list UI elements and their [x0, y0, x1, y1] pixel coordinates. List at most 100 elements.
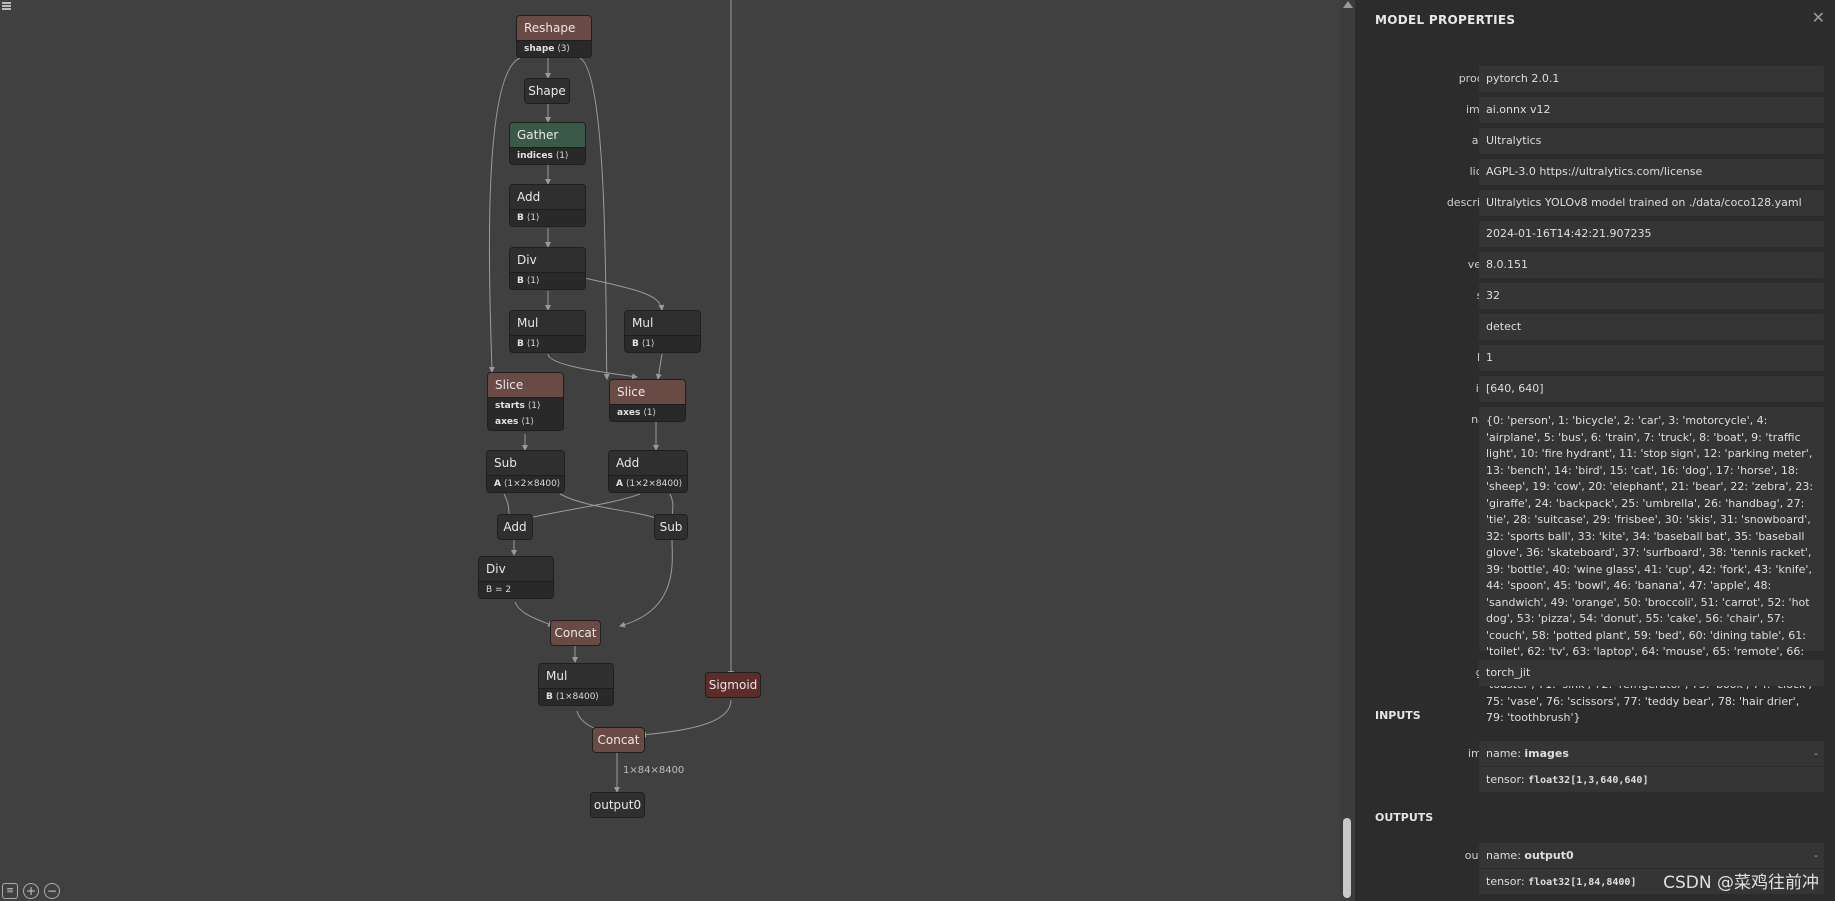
node-attribute-key: B — [632, 339, 639, 349]
input-expand-toggle[interactable]: - — [1814, 741, 1818, 766]
node-attribute-value: ⟨1⟩ — [527, 401, 541, 411]
node-op-label: Div — [479, 557, 553, 581]
node-attribute-value: B = 2 — [486, 585, 512, 595]
node-attribute: B ⟨1⟩ — [625, 335, 700, 352]
zoom-in-button[interactable]: + — [23, 883, 39, 899]
node-attribute-key: A — [494, 479, 501, 489]
node-attribute: A ⟨1×2×8400⟩ — [609, 475, 687, 492]
output-tensor: float32[1,84,8400] — [1528, 877, 1637, 888]
input-name: images — [1524, 747, 1569, 760]
node-attribute-value: ⟨1⟩ — [555, 151, 569, 161]
node-op-label: Add — [498, 515, 532, 539]
property-value-license[interactable]: AGPL-3.0 https://ultralytics.com/license — [1479, 159, 1824, 185]
property-value-task[interactable]: detect — [1479, 314, 1824, 340]
property-value-graph[interactable]: torch_jit — [1479, 660, 1824, 686]
node-attribute-key: B — [546, 692, 553, 702]
property-value-description[interactable]: Ultralytics YOLOv8 model trained on ./da… — [1479, 190, 1824, 216]
node-shape[interactable]: Shape — [524, 78, 570, 104]
node-op-label: Mul — [625, 311, 700, 335]
property-value-imports[interactable]: ai.onnx v12 — [1479, 97, 1824, 123]
node-add[interactable]: Add A ⟨1×2×8400⟩ — [608, 450, 688, 493]
node-slice[interactable]: Slice starts ⟨1⟩ axes ⟨1⟩ — [487, 372, 564, 431]
input-value[interactable]: name: images - tensor: float32[1,3,640,6… — [1479, 741, 1824, 792]
list-icon[interactable]: ≡ — [2, 883, 18, 899]
node-attribute-value: ⟨1×2×8400⟩ — [503, 479, 561, 489]
property-value-names[interactable]: {0: 'person', 1: 'bicycle', 2: 'car', 3:… — [1479, 407, 1824, 724]
node-attribute-key: shape — [524, 44, 555, 54]
output-name-key: name: — [1486, 849, 1521, 862]
scroll-thumb[interactable] — [1343, 818, 1351, 898]
property-value-batch[interactable]: 1 — [1479, 345, 1824, 371]
node-sub[interactable]: Sub — [654, 514, 688, 540]
node-add[interactable]: Add B ⟨1⟩ — [509, 184, 586, 227]
node-op-label: Gather — [510, 123, 585, 147]
node-attribute: B = 2 — [479, 581, 553, 598]
close-icon[interactable]: ✕ — [1812, 8, 1825, 27]
node-div[interactable]: Div B = 2 — [478, 556, 554, 599]
node-attribute-value: ⟨1⟩ — [521, 417, 534, 427]
node-attribute: B ⟨1⟩ — [510, 209, 585, 226]
node-attribute: B ⟨1⟩ — [510, 335, 585, 352]
node-op-label: output0 — [591, 793, 644, 817]
edge-shape-label: 1×84×8400 — [623, 765, 685, 776]
sidebar-scrollbar[interactable] — [1340, 0, 1355, 901]
property-value-author[interactable]: Ultralytics — [1479, 128, 1824, 154]
property-value-version[interactable]: 8.0.151 — [1479, 252, 1824, 278]
node-reshape[interactable]: Reshape shape ⟨3⟩ — [516, 15, 592, 58]
input-tensor: float32[1,3,640,640] — [1528, 775, 1649, 786]
node-attribute-value: ⟨1⟩ — [641, 339, 655, 349]
output-expand-toggle[interactable]: - — [1814, 843, 1818, 868]
node-attribute: B ⟨1×8400⟩ — [539, 688, 613, 705]
node-attribute: indices ⟨1⟩ — [510, 147, 585, 164]
node-sub[interactable]: Sub A ⟨1×2×8400⟩ — [486, 450, 565, 493]
node-mul[interactable]: Mul B ⟨1⟩ — [509, 310, 586, 353]
input-tensor-line: tensor: float32[1,3,640,640] — [1479, 766, 1824, 792]
node-attribute: B ⟨1⟩ — [510, 272, 585, 289]
node-attribute-value: ⟨1×2×8400⟩ — [625, 479, 683, 489]
node-attribute-value: ⟨1⟩ — [526, 213, 540, 223]
node-slice[interactable]: Slice axes ⟨1⟩ — [609, 379, 686, 422]
node-op-label: Concat — [593, 728, 644, 752]
node-attribute: axes ⟨1⟩ — [488, 414, 563, 430]
scroll-up-icon[interactable] — [1343, 1, 1353, 8]
node-op-label: Sigmoid — [706, 673, 760, 697]
node-mul[interactable]: Mul B ⟨1×8400⟩ — [538, 663, 614, 706]
node-op-label: Div — [510, 248, 585, 272]
node-sigmoid[interactable]: Sigmoid — [705, 672, 761, 698]
node-concat[interactable]: Concat — [592, 727, 645, 753]
node-attribute-key: indices — [517, 151, 553, 161]
node-attribute-key: starts — [495, 401, 525, 411]
graph-canvas[interactable]: Reshape shape ⟨3⟩ Shape Gather indices ⟨1⟩ Ad… — [0, 0, 1340, 901]
node-op-label: Shape — [525, 79, 569, 103]
node-add[interactable]: Add — [497, 514, 533, 540]
watermark: CSDN @菜鸡往前冲 — [1663, 873, 1819, 893]
output-name-line: name: output0 - — [1479, 843, 1824, 868]
node-attribute-key: axes — [617, 408, 641, 418]
node-op-label: Add — [510, 185, 585, 209]
node-attribute-key: B — [517, 339, 524, 349]
zoom-controls: ≡ + − — [2, 883, 60, 899]
node-output0[interactable]: output0 — [590, 792, 645, 818]
property-value-producer[interactable]: pytorch 2.0.1 — [1479, 66, 1824, 92]
node-attribute: axes ⟨1⟩ — [610, 404, 685, 421]
node-op-label: Add — [609, 451, 687, 475]
node-attribute-key: axes — [495, 417, 519, 427]
node-op-label: Sub — [487, 451, 564, 475]
node-op-label: Slice — [610, 380, 685, 404]
node-concat[interactable]: Concat — [550, 620, 601, 646]
node-attribute: starts ⟨1⟩ — [488, 397, 563, 414]
node-div[interactable]: Div B ⟨1⟩ — [509, 247, 586, 290]
node-attribute-value: ⟨3⟩ — [557, 44, 571, 54]
sidebar-title: MODEL PROPERTIES — [1375, 13, 1516, 27]
property-value-date[interactable]: 2024-01-16T14:42:21.907235 — [1479, 221, 1824, 247]
node-attribute: shape ⟨3⟩ — [517, 40, 591, 57]
property-value-stride[interactable]: 32 — [1479, 283, 1824, 309]
node-gather[interactable]: Gather indices ⟨1⟩ — [509, 122, 586, 165]
node-attribute-value: ⟨1×8400⟩ — [555, 692, 599, 702]
node-attribute-value: ⟨1⟩ — [526, 276, 540, 286]
model-properties-panel: MODEL PROPERTIES ✕ producerpytorch 2.0.1… — [1355, 0, 1835, 901]
outputs-section-title: OUTPUTS — [1375, 811, 1434, 824]
node-mul[interactable]: Mul B ⟨1⟩ — [624, 310, 701, 353]
zoom-out-button[interactable]: − — [44, 883, 60, 899]
property-value-imgsz[interactable]: [640, 640] — [1479, 376, 1824, 402]
